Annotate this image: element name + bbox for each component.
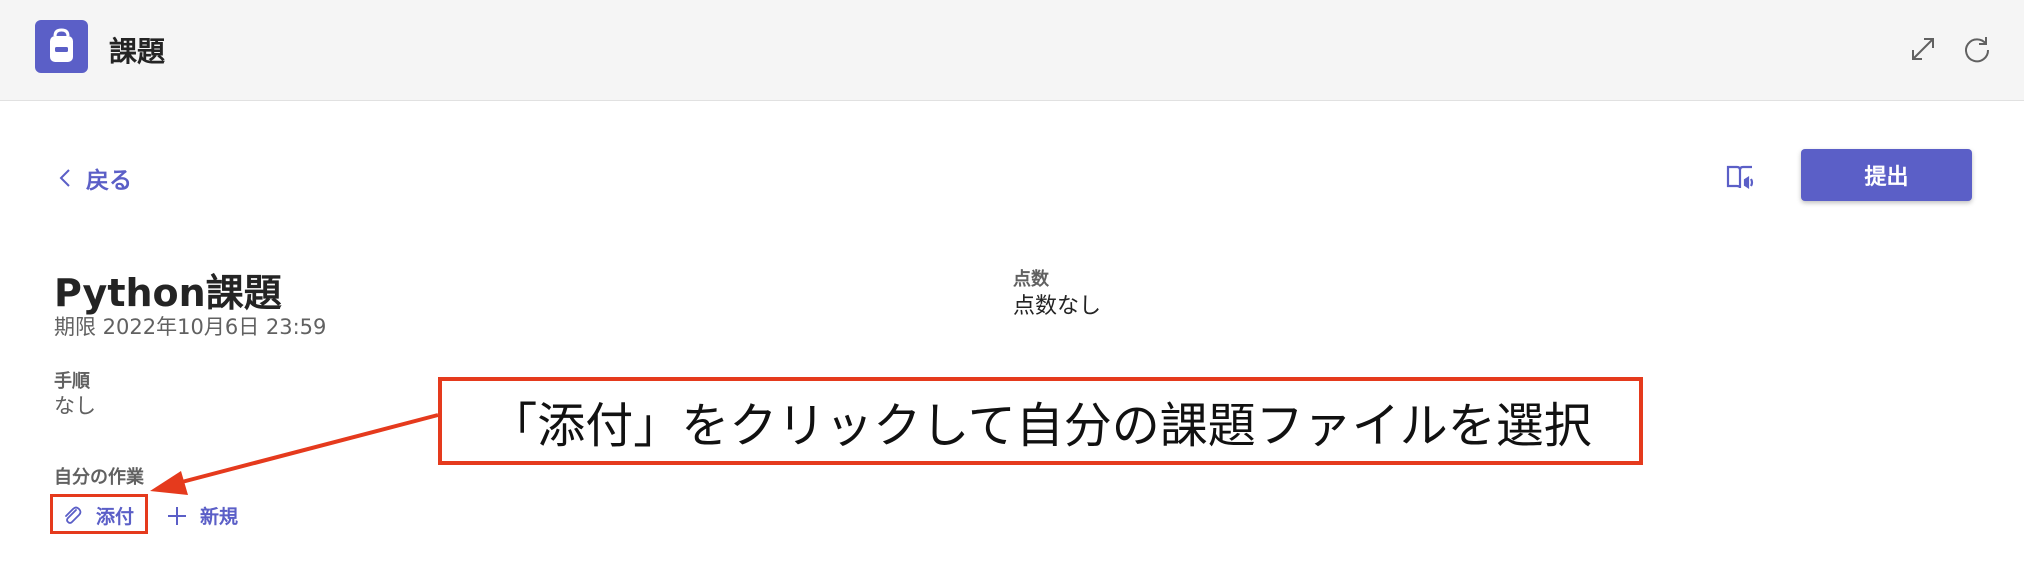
app-title: 課題 <box>109 35 166 68</box>
plus-icon <box>168 506 186 525</box>
new-label: 新規 <box>200 506 239 528</box>
instruction-callout: 「添付」をクリックして自分の課題ファイルを選択 <box>438 377 1643 465</box>
app-header: 課題 <box>0 0 2024 101</box>
expand-icon[interactable] <box>1908 34 1938 64</box>
assignment-title: Python課題 <box>54 271 282 315</box>
my-work-label: 自分の作業 <box>54 467 144 488</box>
chevron-left-icon <box>59 169 70 187</box>
new-button[interactable]: 新規 <box>166 502 238 529</box>
back-button[interactable]: 戻る <box>58 163 132 194</box>
instructions-value: なし <box>54 394 96 418</box>
attach-highlight-box <box>50 494 148 534</box>
submit-button[interactable]: 提出 <box>1801 149 1972 201</box>
back-label: 戻る <box>86 168 132 194</box>
backpack-icon <box>35 20 88 73</box>
points-value: 点数なし <box>1013 294 1102 319</box>
due-date: 期限 2022年10月6日 23:59 <box>54 315 327 339</box>
immersive-reader-icon[interactable] <box>1724 160 1758 194</box>
assignment-panel <box>1 101 2023 586</box>
refresh-icon[interactable] <box>1962 34 1992 64</box>
